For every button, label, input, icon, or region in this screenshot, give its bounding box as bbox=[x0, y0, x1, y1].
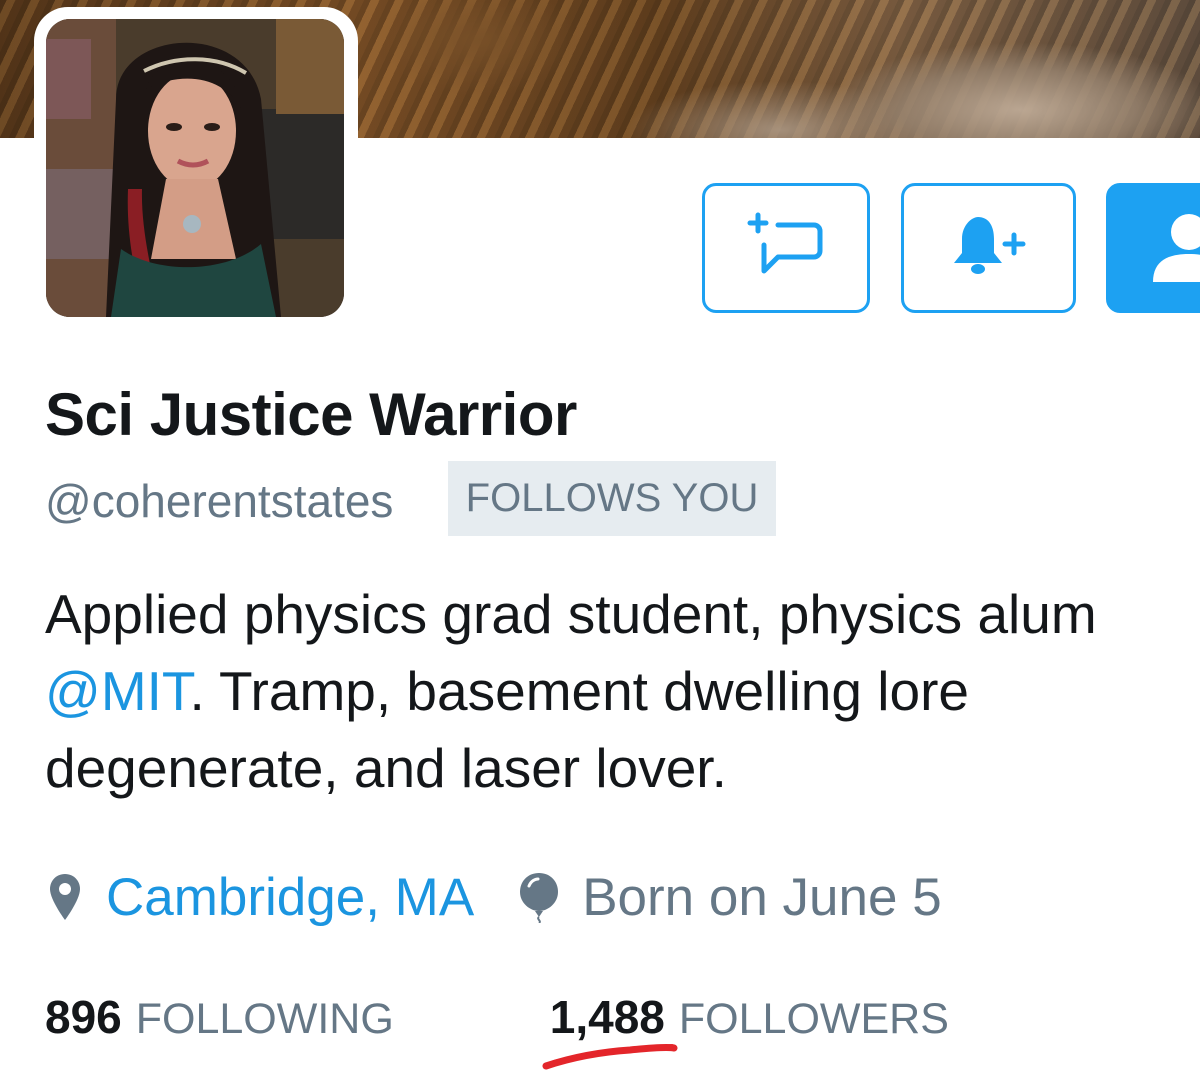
notifications-button[interactable] bbox=[901, 183, 1076, 313]
follow-button[interactable] bbox=[1106, 183, 1200, 313]
followers-label: FOLLOWERS bbox=[678, 995, 949, 1043]
profile-page: Sci Justice Warrior @coherentstates FOLL… bbox=[0, 0, 1200, 1081]
display-name: Sci Justice Warrior bbox=[45, 381, 577, 448]
follows-you-badge: FOLLOWS YOU bbox=[448, 461, 776, 536]
following-label: FOLLOWING bbox=[135, 995, 394, 1043]
profile-bio: Applied physics grad student, physics al… bbox=[45, 576, 1185, 807]
person-icon bbox=[1149, 208, 1200, 289]
bell-plus-icon bbox=[944, 213, 1034, 284]
message-button[interactable] bbox=[702, 183, 870, 313]
avatar[interactable] bbox=[46, 19, 344, 317]
following-stat[interactable]: 896 FOLLOWING bbox=[45, 990, 394, 1044]
message-plus-icon bbox=[744, 211, 828, 286]
following-count: 896 bbox=[45, 991, 122, 1043]
red-underline-annotation bbox=[542, 1044, 678, 1070]
user-handle[interactable]: @coherentstates bbox=[45, 474, 393, 528]
profile-stats: 896 FOLLOWING 1,488 FOLLOWERS bbox=[45, 990, 949, 1046]
birthday-text: Born on June 5 bbox=[582, 867, 942, 927]
bio-text-start: Applied physics grad student, physics al… bbox=[45, 583, 1097, 645]
balloon-icon bbox=[518, 871, 560, 923]
location-link[interactable]: Cambridge, MA bbox=[106, 867, 474, 928]
profile-meta: Cambridge, MA Born on June 5 bbox=[48, 862, 942, 932]
bio-mention-link[interactable]: @MIT bbox=[45, 660, 189, 722]
location-pin-icon bbox=[48, 872, 82, 922]
